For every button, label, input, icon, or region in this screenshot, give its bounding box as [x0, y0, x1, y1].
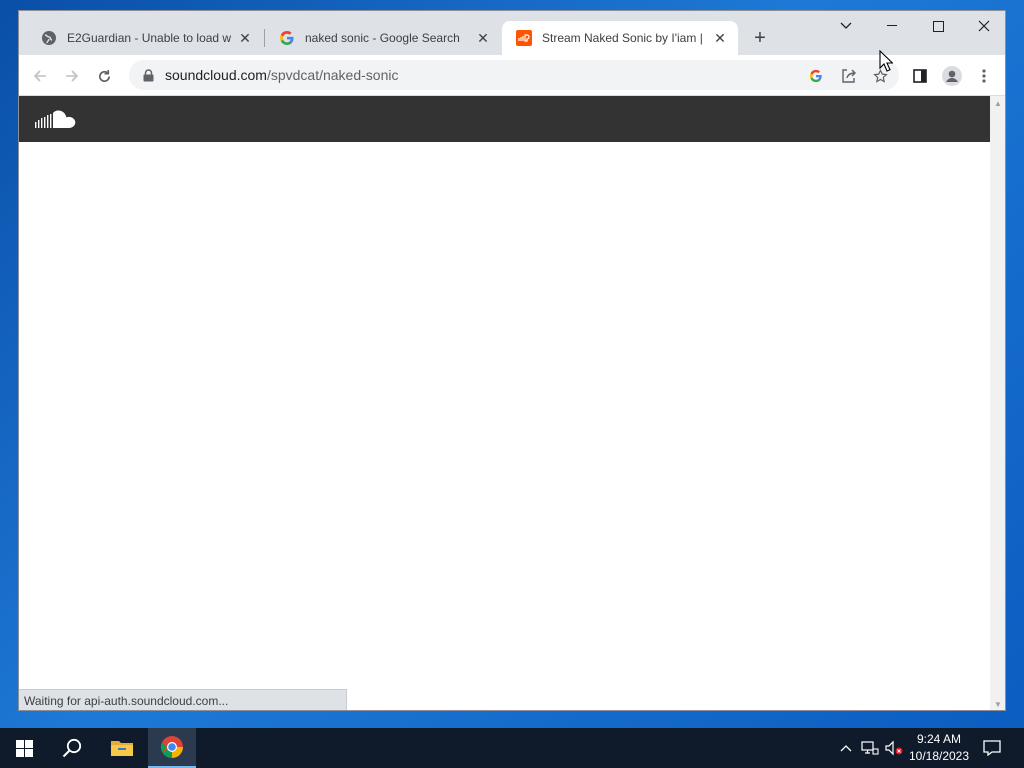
search-icon — [62, 738, 82, 758]
close-icon[interactable]: ✕ — [475, 30, 491, 46]
taskbar-clock[interactable]: 9:24 AM 10/18/2023 — [900, 731, 978, 765]
more-vertical-icon — [982, 69, 986, 83]
tab-title: naked sonic - Google Search — [305, 31, 460, 45]
tab-title: Stream Naked Sonic by I'iam | Li — [542, 31, 706, 45]
scroll-down-icon[interactable]: ▼ — [990, 697, 1005, 710]
maximize-button[interactable] — [915, 11, 961, 41]
soundcloud-logo-icon[interactable] — [35, 108, 81, 132]
back-button[interactable] — [27, 63, 53, 89]
maximize-icon — [932, 20, 944, 32]
side-panel-icon — [913, 69, 927, 83]
chevron-down-icon — [840, 22, 852, 29]
minimize-icon — [887, 25, 897, 26]
browser-toolbar: soundcloud.com/spvdcat/naked-sonic — [19, 55, 1005, 96]
notification-icon — [983, 740, 1001, 756]
tab-title: E2Guardian - Unable to load web — [67, 31, 231, 45]
url-host: soundcloud.com — [165, 67, 267, 83]
tab-google-search[interactable]: naked sonic - Google Search ✕ — [265, 21, 501, 55]
close-icon[interactable]: ✕ — [712, 30, 728, 46]
start-icon — [15, 739, 33, 757]
mouse-cursor-icon — [879, 50, 893, 72]
chrome-taskbar-button[interactable] — [148, 728, 196, 768]
tab-soundcloud[interactable]: Stream Naked Sonic by I'iam | Li ✕ — [502, 21, 738, 55]
profile-button[interactable] — [939, 63, 965, 89]
windows-taskbar: 9:24 AM 10/18/2023 — [0, 728, 1024, 768]
file-explorer-icon — [111, 741, 133, 756]
browser-window: E2Guardian - Unable to load web ✕ naked … — [18, 10, 1006, 711]
network-icon[interactable] — [860, 738, 880, 758]
clock-date: 10/18/2023 — [908, 749, 970, 763]
google-icon — [279, 30, 295, 46]
tab-e2guardian[interactable]: E2Guardian - Unable to load web ✕ — [27, 21, 263, 55]
clock-time: 9:24 AM — [916, 732, 962, 746]
soundcloud-header — [19, 96, 990, 142]
soundcloud-icon — [516, 30, 532, 46]
start-button[interactable] — [0, 728, 48, 768]
arrow-right-icon — [66, 70, 79, 82]
arrow-left-icon — [33, 70, 46, 82]
avatar-icon — [942, 66, 962, 86]
close-icon — [978, 20, 990, 32]
google-lens-icon[interactable] — [805, 65, 827, 87]
close-icon[interactable]: ✕ — [237, 30, 253, 46]
url-path: /spvdcat/naked-sonic — [266, 67, 399, 83]
menu-button[interactable] — [971, 63, 997, 89]
show-hidden-icons-button[interactable] — [836, 738, 856, 758]
new-tab-button[interactable]: + — [747, 25, 773, 51]
status-bubble: Waiting for api-auth.soundcloud.com... — [19, 689, 347, 710]
minimize-button[interactable] — [869, 11, 915, 41]
forward-button[interactable] — [59, 63, 85, 89]
tab-search-button[interactable] — [823, 11, 869, 41]
reload-button[interactable] — [91, 63, 117, 89]
page-scrollbar[interactable]: ▲ ▼ — [990, 96, 1005, 710]
chevron-up-icon — [840, 745, 852, 752]
lock-icon — [141, 68, 155, 82]
globe-icon — [41, 30, 57, 46]
notification-center-button[interactable] — [982, 738, 1002, 758]
side-panel-button[interactable] — [907, 63, 933, 89]
reload-icon — [98, 69, 110, 82]
file-explorer-button[interactable] — [98, 728, 146, 768]
share-icon[interactable] — [837, 65, 859, 87]
address-bar[interactable]: soundcloud.com/spvdcat/naked-sonic — [129, 60, 899, 90]
tab-strip: E2Guardian - Unable to load web ✕ naked … — [19, 11, 1005, 55]
page-viewport — [19, 96, 990, 710]
scroll-up-icon[interactable]: ▲ — [990, 96, 1005, 110]
search-button[interactable] — [48, 728, 96, 768]
chrome-icon — [160, 736, 183, 758]
window-close-button[interactable] — [961, 11, 1005, 41]
